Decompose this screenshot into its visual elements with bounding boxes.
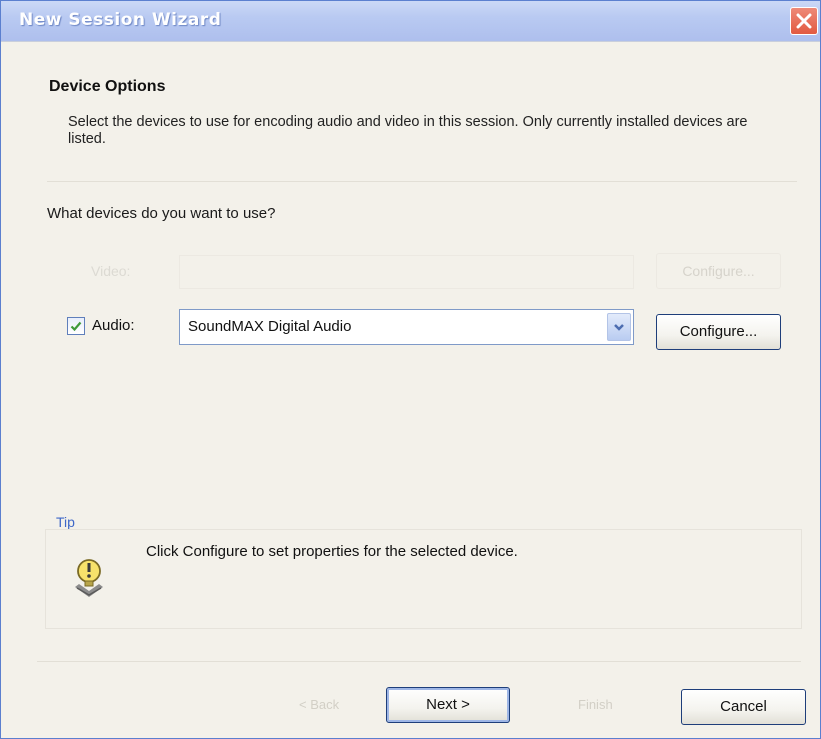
page-title: Device Options bbox=[49, 78, 166, 95]
title-bar[interactable]: New Session Wizard bbox=[1, 1, 820, 42]
wizard-header: Device Options Select the devices to use… bbox=[1, 42, 820, 182]
device-question: What devices do you want to use? bbox=[47, 205, 276, 222]
audio-checkbox[interactable] bbox=[67, 317, 85, 335]
audio-configure-button[interactable]: Configure... bbox=[656, 314, 781, 350]
audio-label[interactable]: Audio: bbox=[92, 317, 135, 334]
video-configure-button: Configure... bbox=[656, 253, 781, 289]
close-button[interactable] bbox=[790, 7, 818, 35]
cancel-button[interactable]: Cancel bbox=[681, 689, 806, 725]
page-description: Select the devices to use for encoding a… bbox=[68, 114, 748, 147]
footer-divider bbox=[37, 661, 801, 662]
tip-lightbulb-icon bbox=[71, 557, 107, 606]
window-title: New Session Wizard bbox=[19, 10, 222, 30]
audio-dropdown-button[interactable] bbox=[607, 313, 631, 341]
video-device-select bbox=[179, 255, 634, 289]
audio-device-select[interactable]: SoundMAX Digital Audio bbox=[179, 309, 634, 345]
next-button[interactable]: Next > bbox=[386, 687, 510, 723]
video-label: Video: bbox=[91, 263, 131, 279]
back-button: < Back bbox=[299, 697, 340, 712]
header-divider bbox=[47, 181, 797, 182]
wizard-window: New Session Wizard Device Options Select… bbox=[0, 0, 821, 739]
audio-device-value: SoundMAX Digital Audio bbox=[188, 318, 352, 335]
tip-label: Tip bbox=[56, 514, 75, 530]
finish-button: Finish bbox=[578, 697, 613, 712]
tip-text: Click Configure to set properties for th… bbox=[146, 543, 518, 560]
